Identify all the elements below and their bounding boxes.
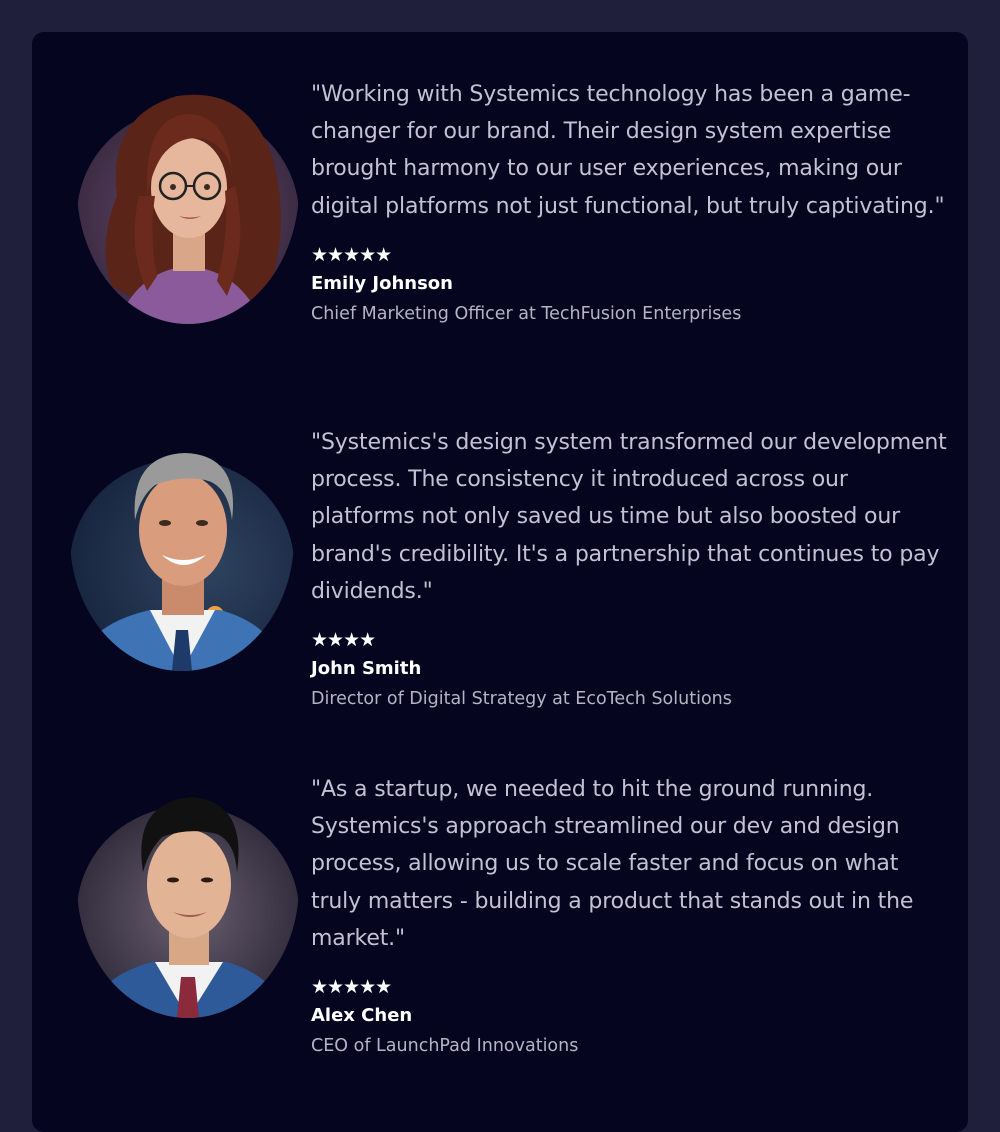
author-name: Emily Johnson [311, 272, 453, 294]
testimonial-content: "Working with Systemics technology has b… [311, 76, 951, 326]
testimonial-quote: "As a startup, we needed to hit the grou… [311, 777, 914, 951]
author-name: John Smith [311, 658, 422, 680]
woman-portrait-icon [77, 94, 299, 324]
star-rating: ★★★★★ [311, 976, 392, 999]
star-rating: ★★★★ [311, 629, 376, 652]
avatar [77, 76, 299, 324]
author-role: Chief Marketing Officer at TechFusion En… [311, 303, 742, 324]
testimonial-quote: "Working with Systemics technology has b… [311, 82, 945, 219]
author-role: CEO of LaunchPad Innovations [311, 1036, 579, 1057]
author-role: Director of Digital Strategy at EcoTech … [311, 689, 732, 710]
testimonial-quote: "Systemics's design system transformed o… [311, 430, 947, 604]
man-portrait-icon [77, 797, 299, 1018]
testimonial-content: "As a startup, we needed to hit the grou… [311, 771, 951, 1058]
testimonial-content: "Systemics's design system transformed o… [311, 424, 951, 711]
author-name: Alex Chen [311, 1005, 413, 1027]
avatar [77, 772, 299, 1018]
avatar [70, 425, 294, 671]
man-portrait-icon [70, 453, 294, 671]
star-rating: ★★★★★ [311, 243, 392, 266]
testimonials-card: "Working with Systemics technology has b… [32, 32, 968, 1132]
